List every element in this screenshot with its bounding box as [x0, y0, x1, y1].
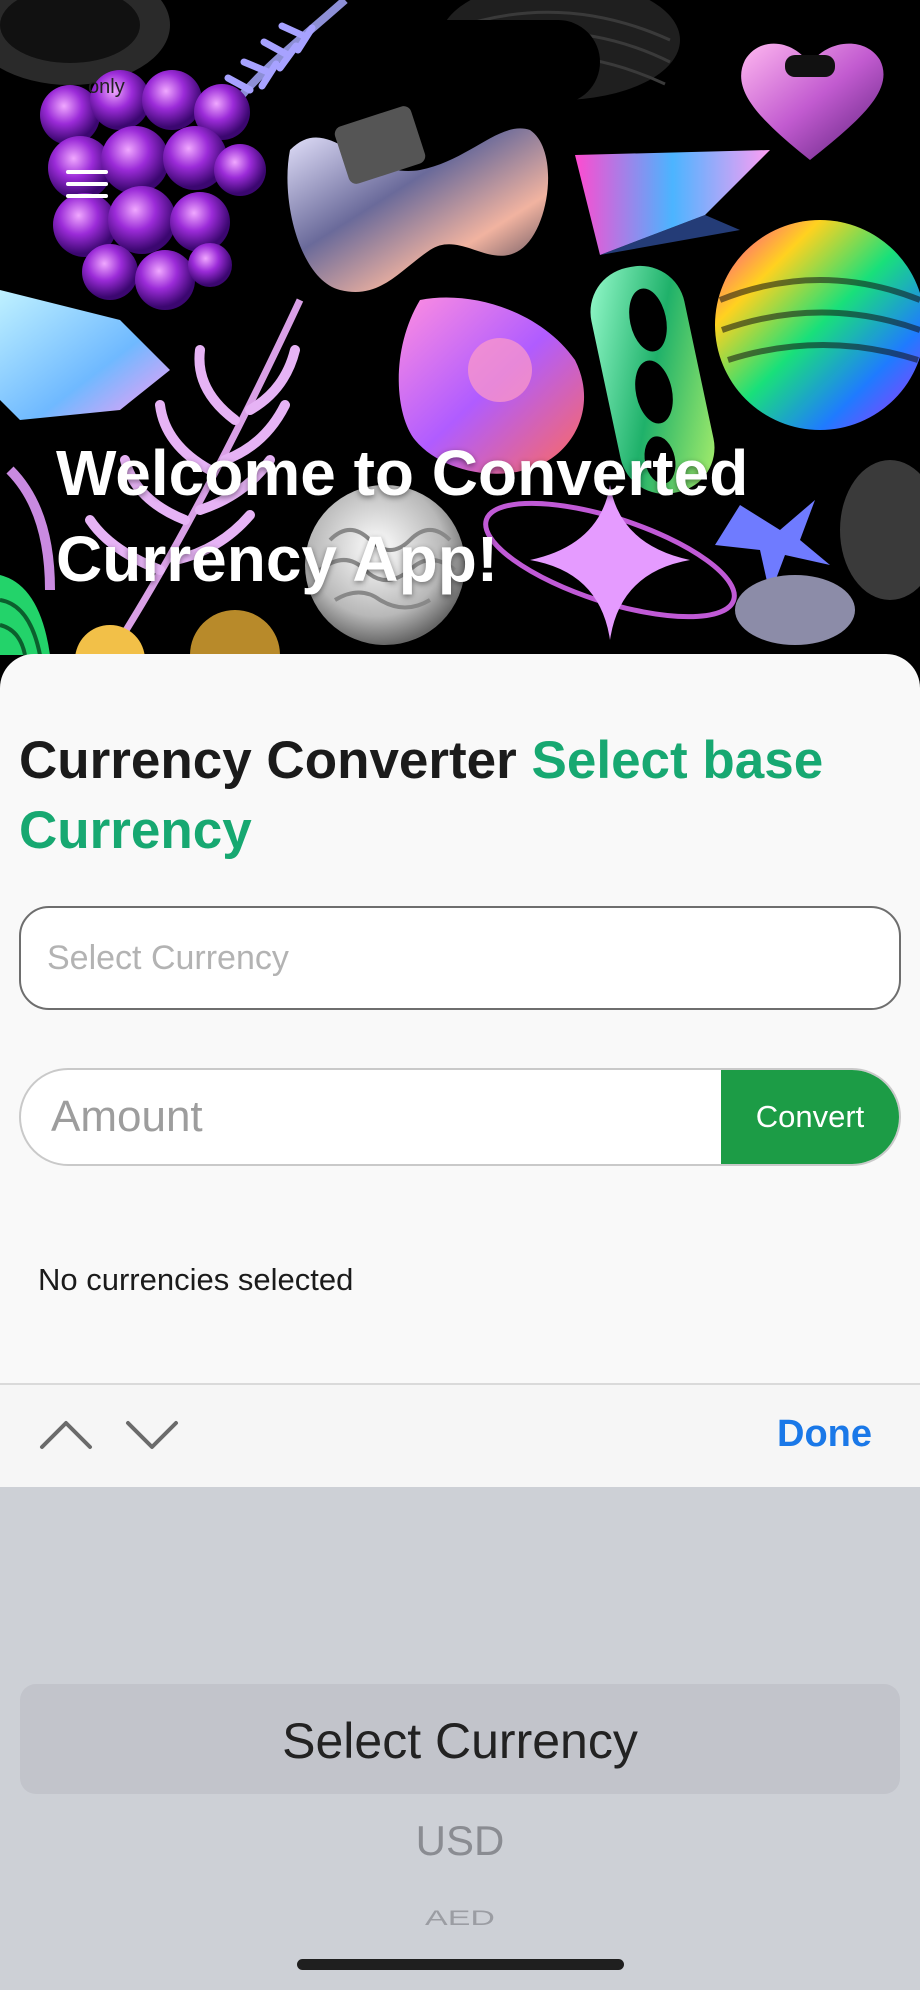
hamburger-menu-icon[interactable] — [62, 164, 116, 204]
picker-selected-row[interactable]: Select Currency — [0, 1712, 920, 1770]
hero-banner: only Welcome to Converted Currency App! — [0, 0, 920, 700]
amount-input[interactable] — [21, 1070, 721, 1164]
currency-picker-wheel[interactable]: Select Currency USD AED — [0, 1487, 920, 1990]
empty-state-message: No currencies selected — [38, 1262, 354, 1297]
picker-row[interactable]: AED — [0, 1906, 920, 1930]
currency-select-placeholder: Select Currency — [47, 938, 289, 977]
chevron-down-icon[interactable] — [124, 1415, 180, 1455]
picker-toolbar: Done — [0, 1383, 920, 1487]
app-screen: only Welcome to Converted Currency App! … — [0, 0, 920, 1990]
converter-heading: Currency Converter Select base Currency — [19, 726, 899, 866]
converter-title: Currency Converter — [19, 731, 517, 790]
done-button[interactable]: Done — [777, 1413, 872, 1456]
picker-row[interactable]: USD — [0, 1817, 920, 1865]
amount-group: Convert — [19, 1068, 901, 1166]
convert-button[interactable]: Convert — [721, 1070, 899, 1164]
status-bar-text: only — [88, 76, 125, 98]
chevron-up-icon[interactable] — [38, 1415, 94, 1455]
dynamic-island — [330, 20, 600, 104]
home-indicator — [297, 1959, 624, 1970]
base-currency-select[interactable]: Select Currency — [19, 906, 901, 1010]
converter-panel: Currency Converter Select base Currency … — [0, 654, 920, 1384]
welcome-title: Welcome to Converted Currency App! — [56, 437, 749, 595]
